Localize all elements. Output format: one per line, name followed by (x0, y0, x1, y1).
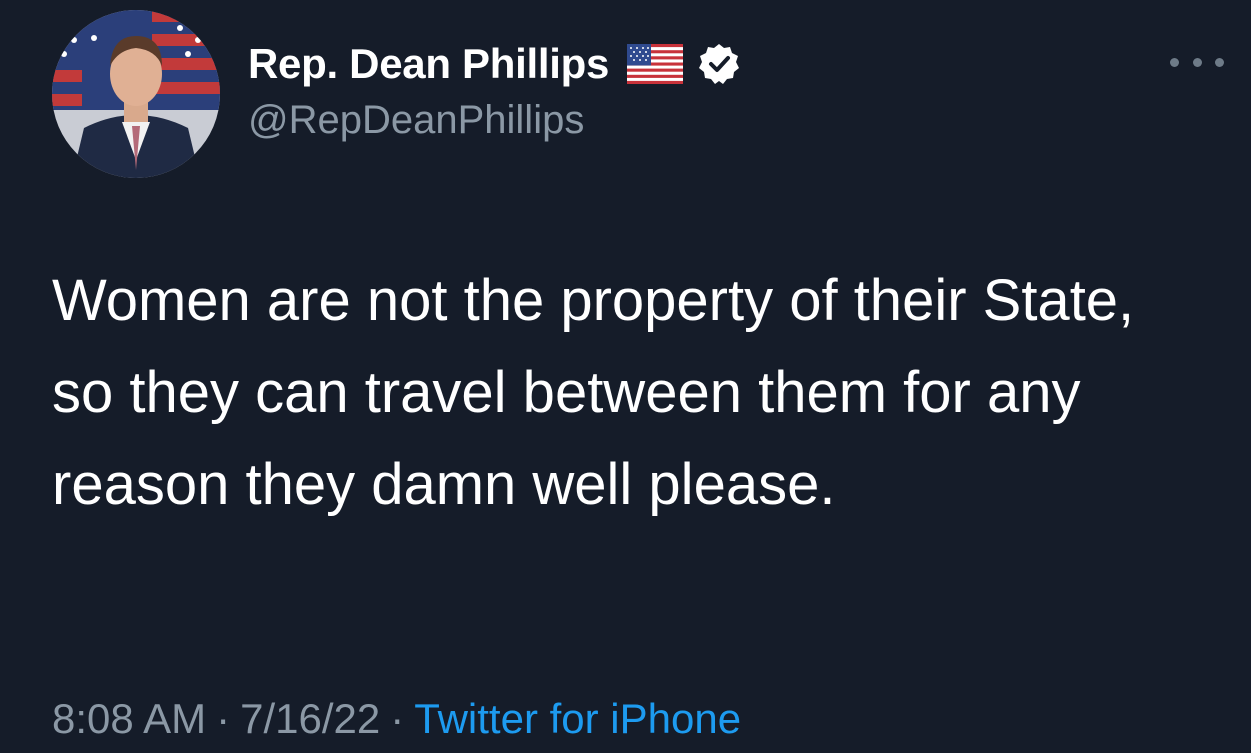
tweet-source-link[interactable]: Twitter for iPhone (414, 695, 741, 742)
avatar-image (52, 10, 220, 178)
tweet-date[interactable]: 7/16/22 (240, 695, 380, 742)
avatar[interactable] (52, 10, 220, 178)
more-options-button[interactable] (1170, 50, 1224, 74)
author-name-row: Rep. Dean Phillips (248, 38, 741, 90)
more-dot-icon (1192, 57, 1202, 67)
display-name[interactable]: Rep. Dean Phillips (248, 40, 609, 88)
meta-separator: · (216, 695, 231, 742)
us-flag-icon (627, 44, 684, 84)
meta-separator: · (390, 695, 405, 742)
more-dot-icon (1215, 57, 1224, 67)
tweet-card: Rep. Dean Phillips @RepDeanPhillips Wome… (0, 0, 1251, 753)
tweet-time[interactable]: 8:08 AM (52, 695, 206, 742)
tweet-meta: 8:08 AM · 7/16/22 · Twitter for iPhone (52, 695, 741, 743)
author-handle[interactable]: @RepDeanPhillips (248, 98, 584, 143)
tweet-text: Women are not the property of their Stat… (52, 268, 1135, 517)
verified-icon (699, 44, 740, 84)
more-dot-icon (1170, 57, 1179, 67)
